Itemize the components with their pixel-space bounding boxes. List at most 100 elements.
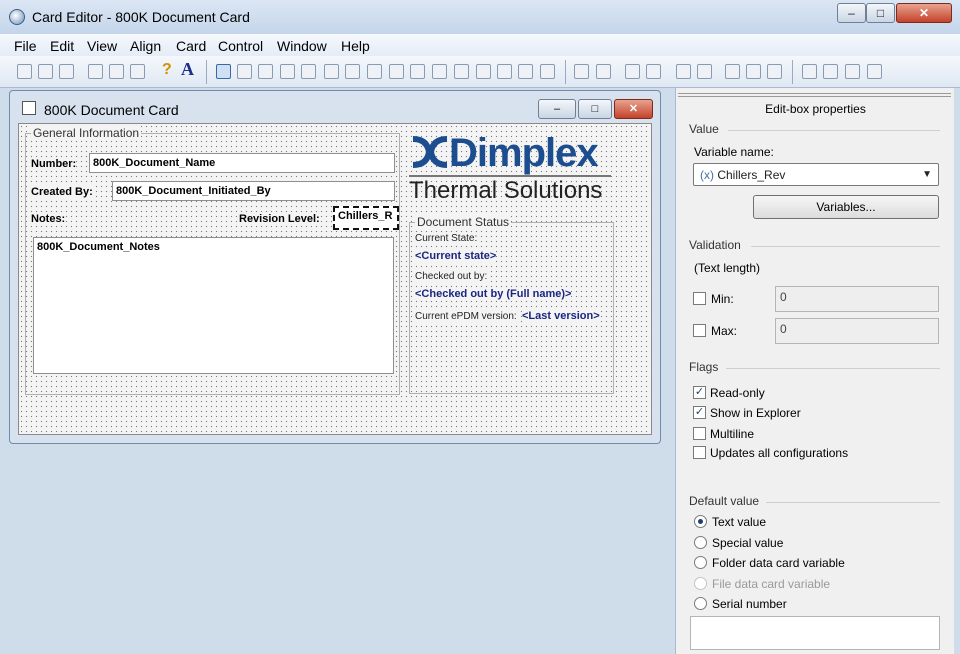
- section-divider: [751, 246, 940, 247]
- menu-window[interactable]: Window: [277, 38, 327, 54]
- document-status-group[interactable]: [409, 222, 614, 394]
- menu-file[interactable]: File: [14, 38, 37, 54]
- line-icon[interactable]: [301, 64, 316, 79]
- card-close-button[interactable]: ✕: [614, 99, 653, 119]
- checked-out-label: Checked out by:: [415, 271, 488, 282]
- align-top-icon[interactable]: [625, 64, 640, 79]
- pointer-icon[interactable]: [216, 64, 231, 79]
- font-icon[interactable]: A: [181, 59, 194, 80]
- notes-field[interactable]: 800K_Document_Notes: [33, 237, 394, 374]
- card-editor-window: Card Editor - 800K Document Card – □ ✕ F…: [0, 0, 960, 654]
- anchor-bottom-icon[interactable]: [867, 64, 882, 79]
- cut-icon[interactable]: [88, 64, 103, 79]
- max-input[interactable]: 0: [775, 318, 939, 344]
- tab-icon[interactable]: [454, 64, 469, 79]
- menu-control[interactable]: Control: [218, 38, 263, 54]
- variable-name-combobox[interactable]: (x) Chillers_Rev ▼: [693, 163, 939, 186]
- paste-icon[interactable]: [130, 64, 145, 79]
- current-state-label: Current State:: [415, 233, 478, 244]
- new-icon[interactable]: [17, 64, 32, 79]
- label-icon[interactable]: [258, 64, 273, 79]
- groupbox-icon[interactable]: [410, 64, 425, 79]
- number-field[interactable]: 800K_Document_Name: [89, 153, 395, 173]
- menu-help[interactable]: Help: [341, 38, 370, 54]
- show-in-explorer-checkbox[interactable]: ✓: [693, 406, 706, 419]
- image-icon[interactable]: [237, 64, 252, 79]
- open-icon[interactable]: [38, 64, 53, 79]
- anchor-center-icon[interactable]: [823, 64, 838, 79]
- section-divider: [728, 130, 940, 131]
- panel-grip[interactable]: [678, 93, 951, 97]
- card-document-window: 800K Document Card – □ ✕ General Informa…: [9, 90, 661, 444]
- card-design-canvas[interactable]: General Information Number: 800K_Documen…: [18, 123, 652, 435]
- checked-out-value[interactable]: <Checked out by (Full name)>: [415, 288, 572, 300]
- frame-icon[interactable]: [324, 64, 339, 79]
- dimplex-logo-icon: [412, 136, 448, 168]
- space-horizontal-icon[interactable]: [676, 64, 691, 79]
- updates-all-configurations-checkbox[interactable]: [693, 446, 706, 459]
- variables-button[interactable]: Variables...: [753, 195, 939, 219]
- help-icon[interactable]: ?: [162, 61, 172, 79]
- text-value-radio[interactable]: [694, 515, 707, 528]
- min-input[interactable]: 0: [775, 286, 939, 312]
- dropdown-icon[interactable]: [432, 64, 447, 79]
- menu-card[interactable]: Card: [176, 38, 206, 54]
- text-value-label: Text value: [712, 515, 767, 529]
- space-vertical-icon[interactable]: [697, 64, 712, 79]
- read-only-checkbox[interactable]: ✓: [693, 386, 706, 399]
- serial-number-label: Serial number: [712, 597, 787, 611]
- created-by-field[interactable]: 800K_Document_Initiated_By: [112, 181, 395, 201]
- revision-level-field[interactable]: Chillers_R: [333, 206, 399, 230]
- toolbar-separator: [565, 60, 566, 84]
- version-value[interactable]: <Last version>: [522, 310, 600, 322]
- max-checkbox[interactable]: [693, 324, 706, 337]
- folder-data-card-variable-radio[interactable]: [694, 556, 707, 569]
- logo-subtitle: Thermal Solutions: [409, 177, 603, 204]
- align-right-icon[interactable]: [596, 64, 611, 79]
- same-width-icon[interactable]: [725, 64, 740, 79]
- serial-number-radio[interactable]: [694, 597, 707, 610]
- multiline-checkbox[interactable]: [693, 427, 706, 440]
- toolbar-separator: [206, 60, 207, 84]
- list-icon[interactable]: [367, 64, 382, 79]
- close-button[interactable]: ✕: [896, 3, 952, 23]
- variable-name-value: Chillers_Rev: [717, 168, 786, 182]
- value-section-label: Value: [689, 122, 719, 136]
- save-icon[interactable]: [59, 64, 74, 79]
- special-value-label: Special value: [712, 536, 784, 550]
- menu-align[interactable]: Align: [130, 38, 161, 54]
- text-length-label: (Text length): [694, 261, 761, 275]
- align-left-icon[interactable]: [574, 64, 589, 79]
- file-data-card-variable-radio: [694, 577, 707, 590]
- copy-icon[interactable]: [109, 64, 124, 79]
- align-bottom-icon[interactable]: [646, 64, 661, 79]
- folder-data-card-variable-label: Folder data card variable: [712, 556, 845, 570]
- properties-panel: Edit-box properties Value Variable name:…: [675, 88, 954, 654]
- menu-view[interactable]: View: [87, 38, 117, 54]
- card-minimize-button[interactable]: –: [538, 99, 576, 119]
- card-icon: [22, 101, 36, 115]
- combo-icon[interactable]: [389, 64, 404, 79]
- special-value-radio[interactable]: [694, 536, 707, 549]
- same-size-icon[interactable]: [767, 64, 782, 79]
- current-state-value[interactable]: <Current state>: [415, 250, 497, 262]
- file-data-card-variable-label: File data card variable: [712, 577, 831, 591]
- variable-name-label: Variable name:: [694, 145, 774, 159]
- button-control-icon[interactable]: [518, 64, 533, 79]
- tree-icon[interactable]: [540, 64, 555, 79]
- radio-control-icon[interactable]: [345, 64, 360, 79]
- checkbox-control-icon[interactable]: [476, 64, 491, 79]
- default-value-input[interactable]: [690, 616, 940, 650]
- date-icon[interactable]: [497, 64, 512, 79]
- anchor-top-icon[interactable]: [845, 64, 860, 79]
- anchor-left-icon[interactable]: [802, 64, 817, 79]
- maximize-button[interactable]: □: [866, 3, 895, 23]
- menu-edit[interactable]: Edit: [50, 38, 74, 54]
- card-maximize-button[interactable]: □: [578, 99, 612, 119]
- min-checkbox[interactable]: [693, 292, 706, 305]
- editbox-icon[interactable]: [280, 64, 295, 79]
- same-height-icon[interactable]: [746, 64, 761, 79]
- minimize-button[interactable]: –: [837, 3, 866, 23]
- created-by-label: Created By:: [31, 186, 93, 198]
- validation-section-label: Validation: [689, 238, 741, 252]
